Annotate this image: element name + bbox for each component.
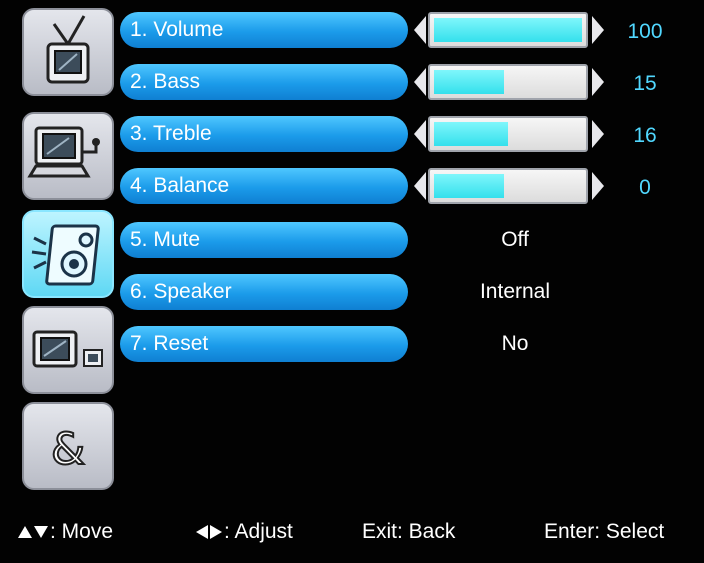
pc-input-icon xyxy=(27,126,100,178)
arrow-left-icon xyxy=(196,525,208,540)
slider-fill xyxy=(434,122,508,146)
speaker-audio-icon xyxy=(31,224,100,286)
slider-track xyxy=(428,64,588,100)
mute-value[interactable]: Off xyxy=(420,228,610,252)
svg-text:&: & xyxy=(51,424,85,475)
hint-enter: Enter: Select xyxy=(544,520,665,543)
menu-item-label: 6. Speaker xyxy=(130,280,232,303)
treble-value: 16 xyxy=(633,124,657,147)
hint-adjust: : Adjust xyxy=(196,519,293,545)
menu-item-balance[interactable]: 4. Balance xyxy=(120,168,408,204)
hint-adjust-label: : Adjust xyxy=(224,520,293,543)
menu-item-label: 4. Balance xyxy=(130,174,230,197)
arrow-right-icon xyxy=(210,525,222,540)
menu-item-volume[interactable]: 1. Volume xyxy=(120,12,408,48)
hint-move-label: : Move xyxy=(50,520,114,543)
speaker-value[interactable]: Internal xyxy=(420,280,610,304)
category-other[interactable]: & xyxy=(22,402,114,490)
menu-item-label: 2. Bass xyxy=(130,70,201,93)
hint-move: : Move xyxy=(18,519,113,545)
arrow-right-icon[interactable] xyxy=(592,16,604,44)
picture-in-picture-icon xyxy=(32,330,103,368)
menu-item-label: 3. Treble xyxy=(130,122,212,145)
menu-item-label: 5. Mute xyxy=(130,228,201,251)
ampersand-icon: & xyxy=(50,423,86,476)
menu-item-bass[interactable]: 2. Bass xyxy=(120,64,408,100)
treble-slider[interactable] xyxy=(414,114,610,154)
bass-value: 15 xyxy=(633,72,657,95)
menu-item-treble[interactable]: 3. Treble xyxy=(120,116,408,152)
slider-fill xyxy=(434,18,582,42)
osd-audio-menu: & 1. Volume 100 2. Bass 15 3. Treble 16 … xyxy=(0,0,704,563)
arrow-right-icon[interactable] xyxy=(592,172,604,200)
menu-item-reset[interactable]: 7. Reset xyxy=(120,326,408,362)
tv-antenna-icon xyxy=(46,15,90,84)
arrow-left-icon[interactable] xyxy=(414,120,426,148)
menu-item-speaker[interactable]: 6. Speaker xyxy=(120,274,408,310)
slider-track xyxy=(428,168,588,204)
arrow-left-icon[interactable] xyxy=(414,172,426,200)
menu-item-label: 7. Reset xyxy=(130,332,209,355)
arrow-right-icon[interactable] xyxy=(592,120,604,148)
balance-slider[interactable] xyxy=(414,166,610,206)
arrow-right-icon[interactable] xyxy=(592,68,604,96)
arrow-left-icon[interactable] xyxy=(414,68,426,96)
bass-slider[interactable] xyxy=(414,62,610,102)
category-pc[interactable] xyxy=(22,112,114,200)
menu-item-label: 1. Volume xyxy=(130,18,224,41)
arrow-left-icon[interactable] xyxy=(414,16,426,44)
category-audio[interactable] xyxy=(22,210,114,298)
balance-value: 0 xyxy=(639,176,651,199)
hint-exit: Exit: Back xyxy=(362,520,456,543)
volume-slider[interactable] xyxy=(414,10,610,50)
slider-fill xyxy=(434,174,504,198)
slider-track xyxy=(428,12,588,48)
category-tv[interactable] xyxy=(22,8,114,96)
volume-value: 100 xyxy=(627,20,663,43)
slider-track xyxy=(428,116,588,152)
slider-fill xyxy=(434,70,504,94)
arrow-down-icon xyxy=(34,526,48,539)
menu-item-mute[interactable]: 5. Mute xyxy=(120,222,408,258)
reset-value[interactable]: No xyxy=(420,332,610,356)
category-picture[interactable] xyxy=(22,306,114,394)
arrow-up-icon xyxy=(18,526,32,539)
